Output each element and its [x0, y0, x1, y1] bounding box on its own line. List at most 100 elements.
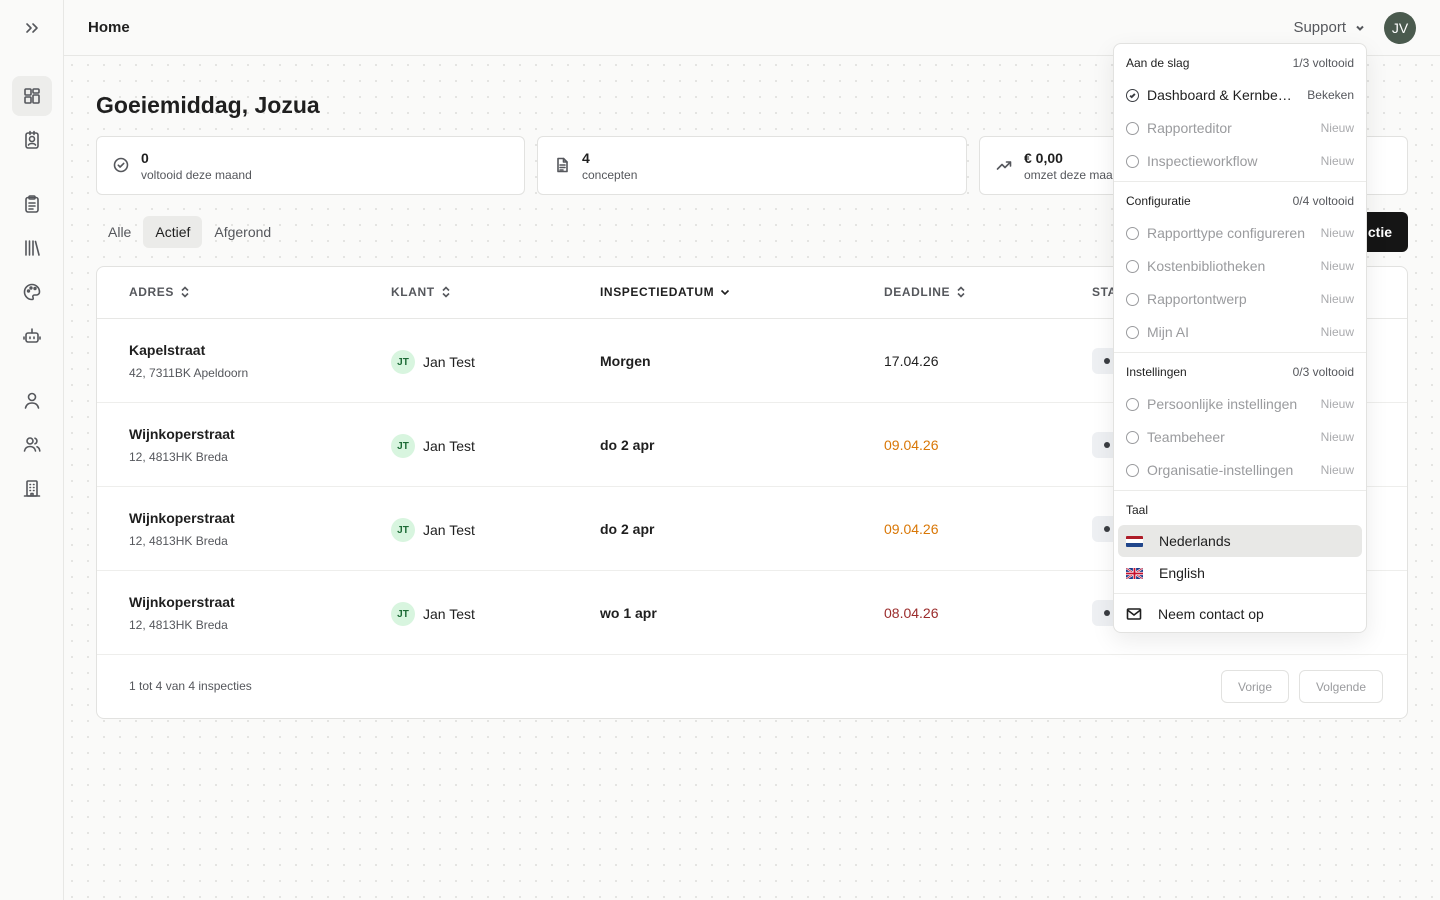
section-header: Instellingen 0/3 voltooid: [1126, 365, 1354, 379]
user-icon: [24, 392, 40, 409]
greeting-heading: Goeiemiddag, Jozua: [96, 92, 320, 118]
stat-label: concepten: [582, 168, 638, 182]
client-avatar: JT: [391, 434, 415, 458]
onboarding-item-organization-settings[interactable]: Organisatie-instellingen Nieuw: [1126, 460, 1354, 480]
circle-icon: [1126, 325, 1139, 339]
client-avatar: JT: [391, 350, 415, 374]
client-cell: JT Jan Test: [391, 602, 475, 626]
stat-value: € 0,00: [1024, 150, 1063, 166]
sidebar-item-contacts[interactable]: [12, 120, 52, 160]
circle-icon: [1126, 226, 1139, 240]
sidebar-item-team[interactable]: [12, 424, 52, 464]
address-street: Wijnkoperstraat: [129, 426, 235, 442]
deadline-date: 08.04.26: [884, 605, 939, 621]
address-city: 12, 4813HK Breda: [129, 450, 228, 464]
stat-value: 0: [141, 150, 149, 166]
client-cell: JT Jan Test: [391, 350, 475, 374]
deadline-date: 09.04.26: [884, 521, 939, 537]
circle-icon: [1126, 121, 1139, 135]
divider: [1114, 181, 1366, 182]
inspection-date: do 2 apr: [600, 521, 655, 537]
chevron-down-icon: [1356, 25, 1364, 31]
inspection-date: Morgen: [600, 353, 651, 369]
client-cell: JT Jan Test: [391, 434, 475, 458]
stat-label: omzet deze maa: [1024, 168, 1113, 182]
sidebar-item-dashboard[interactable]: [12, 76, 52, 116]
trending-up-icon: [996, 157, 1012, 173]
client-cell: JT Jan Test: [391, 518, 475, 542]
column-header-address[interactable]: ADRES: [129, 285, 190, 299]
language-section-title: Taal: [1126, 503, 1149, 517]
clipboard-icon: [25, 195, 39, 213]
sidebar-item-library[interactable]: [12, 228, 52, 268]
section-header: Configuratie 0/4 voltooid: [1126, 194, 1354, 208]
onboarding-item-report-design[interactable]: Rapportontwerp Nieuw: [1126, 289, 1354, 309]
sidebar-item-inspections[interactable]: [12, 184, 52, 224]
sidebar-item-ai[interactable]: [12, 316, 52, 356]
sidebar-item-profile[interactable]: [12, 380, 52, 420]
next-page-button[interactable]: Volgende: [1299, 670, 1383, 703]
stat-card-drafts: 4 concepten: [537, 136, 967, 195]
circle-icon: [1126, 463, 1139, 477]
gb-flag-icon: [1126, 567, 1143, 579]
language-option-english[interactable]: English: [1118, 557, 1362, 589]
onboarding-item-dashboard[interactable]: Dashboard & Kernbegrippen Bekeken: [1126, 85, 1354, 105]
check-circle-icon: [113, 157, 129, 173]
page-title: Home: [88, 19, 130, 36]
inspection-date: do 2 apr: [600, 437, 655, 453]
client-name: Jan Test: [423, 438, 475, 454]
onboarding-item-my-ai[interactable]: Mijn AI Nieuw: [1126, 322, 1354, 342]
column-header-deadline[interactable]: DEADLINE: [884, 285, 966, 299]
divider: [1114, 593, 1366, 594]
circle-icon: [1126, 430, 1139, 444]
sidebar-item-organization[interactable]: [12, 468, 52, 508]
previous-page-button[interactable]: Vorige: [1221, 670, 1289, 703]
address-city: 12, 4813HK Breda: [129, 534, 228, 548]
address-street: Wijnkoperstraat: [129, 594, 235, 610]
address-city: 42, 7311BK Apeldoorn: [129, 366, 249, 380]
circle-icon: [1126, 154, 1139, 168]
onboarding-item-team-management[interactable]: Teambeheer Nieuw: [1126, 427, 1354, 447]
contact-us-item[interactable]: Neem contact op: [1126, 604, 1354, 624]
onboarding-item-cost-libraries[interactable]: Kostenbibliotheken Nieuw: [1126, 256, 1354, 276]
support-dropdown: Aan de slag 1/3 voltooid Dashboard & Kern…: [1113, 43, 1367, 633]
document-icon: [554, 157, 570, 173]
nl-flag-icon: [1126, 535, 1143, 547]
support-menu-button[interactable]: Support: [1293, 19, 1366, 36]
circle-icon: [1126, 292, 1139, 306]
contact-label: Neem contact op: [1158, 606, 1264, 622]
users-icon: [23, 437, 41, 452]
robot-icon: [23, 328, 41, 343]
column-header-inspection-date[interactable]: INSPECTIEDATUM: [600, 285, 730, 299]
inspection-date: wo 1 apr: [600, 605, 657, 621]
expand-sidebar-icon[interactable]: [20, 16, 44, 40]
contact-card-icon: [25, 130, 39, 149]
client-name: Jan Test: [423, 354, 475, 370]
tab-actief[interactable]: Actief: [143, 216, 203, 248]
onboarding-item-report-editor[interactable]: Rapporteditor Nieuw: [1126, 118, 1354, 138]
address-city: 12, 4813HK Breda: [129, 618, 228, 632]
column-header-client[interactable]: KLANT: [391, 285, 451, 299]
language-option-nederlands[interactable]: Nederlands: [1118, 525, 1362, 557]
deadline-date: 09.04.26: [884, 437, 939, 453]
user-avatar[interactable]: JV: [1384, 12, 1416, 44]
sort-icon: [442, 286, 450, 298]
address-street: Kapelstraat: [129, 342, 206, 358]
tab-alle[interactable]: Alle: [96, 216, 143, 248]
circle-icon: [1126, 259, 1139, 273]
mail-icon: [1126, 608, 1142, 620]
building-icon: [23, 480, 41, 497]
onboarding-item-report-type[interactable]: Rapporttype configureren Nieuw: [1126, 223, 1354, 243]
deadline-date: 17.04.26: [884, 353, 939, 369]
sidebar-item-design[interactable]: [12, 272, 52, 312]
sort-descending-icon: [721, 289, 730, 296]
onboarding-item-inspection-workflow[interactable]: Inspectieworkflow Nieuw: [1126, 151, 1354, 171]
tab-afgerond[interactable]: Afgerond: [202, 216, 283, 248]
stat-card-completed: 0 voltooid deze maand: [96, 136, 525, 195]
onboarding-item-personal-settings[interactable]: Persoonlijke instellingen Nieuw: [1126, 394, 1354, 414]
palette-icon: [23, 283, 41, 301]
support-label: Support: [1293, 19, 1346, 36]
library-icon: [25, 240, 40, 256]
dashboard-icon: [24, 88, 40, 104]
divider: [1114, 352, 1366, 353]
